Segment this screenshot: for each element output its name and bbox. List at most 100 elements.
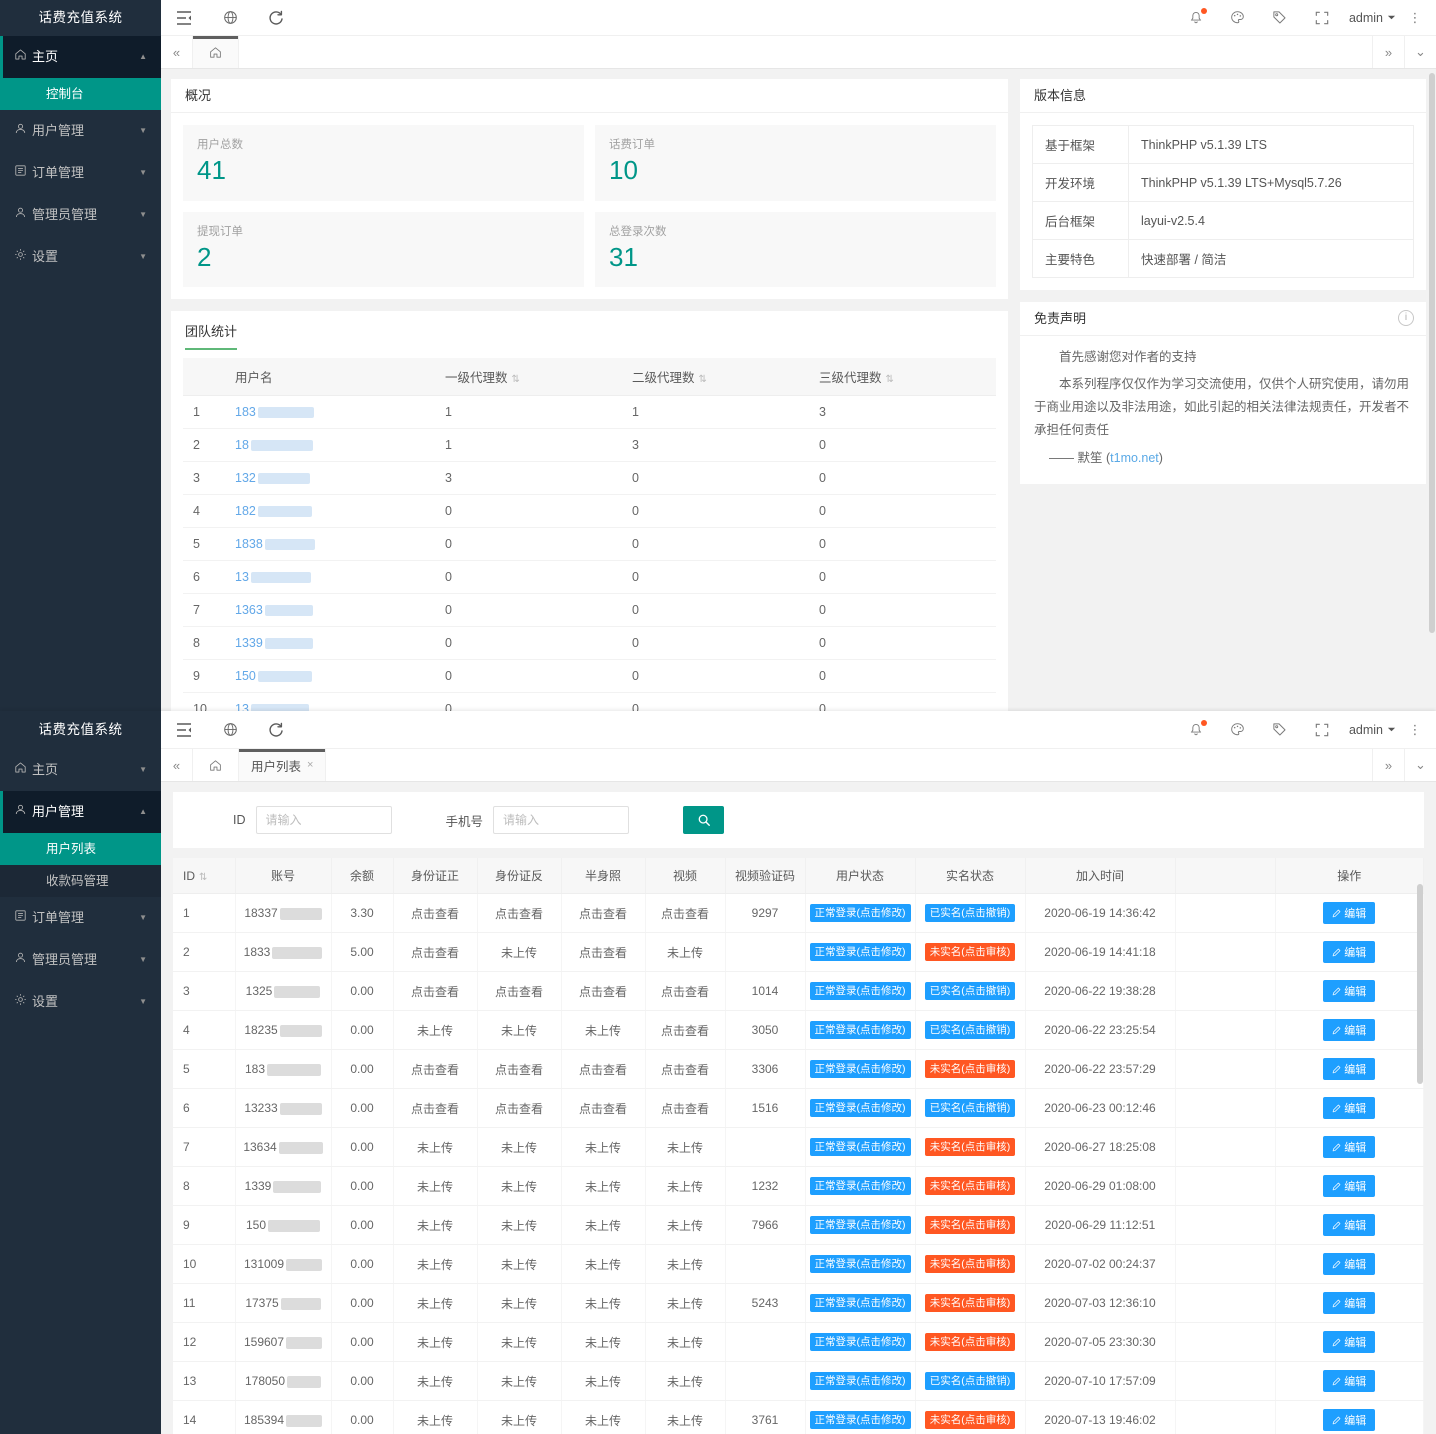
- user-name-cell[interactable]: 1838: [225, 528, 435, 561]
- palette-icon[interactable]: [1217, 0, 1259, 36]
- tag-icon[interactable]: [1259, 0, 1301, 36]
- cell-video[interactable]: 点击查看: [645, 1011, 725, 1050]
- search-button[interactable]: [683, 806, 724, 834]
- sort-icon[interactable]: ⇅: [699, 374, 707, 385]
- kebab-icon[interactable]: ⋮: [1402, 722, 1428, 738]
- chevron-down-icon[interactable]: ⌄: [1404, 749, 1436, 781]
- edit-button[interactable]: 编辑: [1323, 1175, 1375, 1197]
- column-header-0[interactable]: ID⇅: [173, 858, 235, 894]
- sidebar-subitem-0-0[interactable]: 控制台: [0, 78, 161, 110]
- realname-badge[interactable]: 已实名(点击撤销): [925, 982, 1016, 1000]
- user-name-cell[interactable]: 182: [225, 495, 435, 528]
- info-icon[interactable]: i: [1398, 310, 1414, 326]
- status-badge[interactable]: 正常登录(点击修改): [810, 1255, 911, 1273]
- sidebar-item-1[interactable]: 用户管理▲: [0, 791, 161, 833]
- edit-button[interactable]: 编辑: [1323, 1331, 1375, 1353]
- cell-id-back[interactable]: 点击查看: [477, 972, 561, 1011]
- globe-icon[interactable]: [207, 0, 253, 36]
- cell-video[interactable]: 点击查看: [645, 1089, 725, 1128]
- bell-icon[interactable]: [1175, 0, 1217, 36]
- user-menu[interactable]: admin: [1343, 11, 1402, 25]
- edit-button[interactable]: 编辑: [1323, 980, 1375, 1002]
- edit-button[interactable]: 编辑: [1323, 1097, 1375, 1119]
- status-badge[interactable]: 正常登录(点击修改): [810, 982, 911, 1000]
- cell-half-photo[interactable]: 点击查看: [561, 972, 645, 1011]
- realname-badge[interactable]: 已实名(点击撤销): [925, 1099, 1016, 1117]
- tab-home[interactable]: [193, 749, 239, 781]
- refresh-icon[interactable]: [253, 712, 299, 748]
- status-badge[interactable]: 正常登录(点击修改): [810, 1138, 911, 1156]
- edit-button[interactable]: 编辑: [1323, 1214, 1375, 1236]
- cell-id-back[interactable]: 点击查看: [477, 894, 561, 933]
- cell-half-photo[interactable]: 点击查看: [561, 1050, 645, 1089]
- realname-badge[interactable]: 未实名(点击审核): [925, 1294, 1016, 1312]
- realname-badge[interactable]: 已实名(点击撤销): [925, 1372, 1016, 1390]
- menu-fold-icon[interactable]: [161, 0, 207, 36]
- double-right-icon[interactable]: »: [1372, 36, 1404, 68]
- cell-id-front[interactable]: 点击查看: [393, 1050, 477, 1089]
- double-right-icon[interactable]: »: [1372, 749, 1404, 781]
- edit-button[interactable]: 编辑: [1323, 941, 1375, 963]
- sort-icon[interactable]: ⇅: [199, 872, 207, 883]
- kebab-icon[interactable]: ⋮: [1402, 10, 1428, 26]
- user-name-cell[interactable]: 150: [225, 660, 435, 693]
- edit-button[interactable]: 编辑: [1323, 1292, 1375, 1314]
- user-name-cell[interactable]: 13: [225, 561, 435, 594]
- fullscreen-icon[interactable]: [1301, 712, 1343, 748]
- cell-id-front[interactable]: 点击查看: [393, 894, 477, 933]
- realname-badge[interactable]: 未实名(点击审核): [925, 1060, 1016, 1078]
- realname-badge[interactable]: 已实名(点击撤销): [925, 1021, 1016, 1039]
- sidebar-subitem-1-0[interactable]: 用户列表: [0, 833, 161, 865]
- status-badge[interactable]: 正常登录(点击修改): [810, 943, 911, 961]
- realname-badge[interactable]: 未实名(点击审核): [925, 943, 1016, 961]
- user-name-cell[interactable]: 132: [225, 462, 435, 495]
- status-badge[interactable]: 正常登录(点击修改): [810, 1216, 911, 1234]
- status-badge[interactable]: 正常登录(点击修改): [810, 1372, 911, 1390]
- sidebar-item-2[interactable]: 订单管理▼: [0, 897, 161, 939]
- tab-user-list[interactable]: 用户列表 ×: [239, 749, 326, 781]
- sidebar-item-3[interactable]: 管理员管理▼: [0, 194, 161, 236]
- status-badge[interactable]: 正常登录(点击修改): [810, 1021, 911, 1039]
- edit-button[interactable]: 编辑: [1323, 1370, 1375, 1392]
- cell-half-photo[interactable]: 点击查看: [561, 1089, 645, 1128]
- sort-icon[interactable]: ⇅: [886, 374, 894, 385]
- user-name-cell[interactable]: 1339: [225, 627, 435, 660]
- edit-button[interactable]: 编辑: [1323, 1019, 1375, 1041]
- realname-badge[interactable]: 未实名(点击审核): [925, 1177, 1016, 1195]
- sidebar-item-0[interactable]: 主页▲: [0, 36, 161, 78]
- realname-badge[interactable]: 未实名(点击审核): [925, 1411, 1016, 1429]
- fullscreen-icon[interactable]: [1301, 0, 1343, 36]
- sidebar-subitem-1-1[interactable]: 收款码管理: [0, 865, 161, 897]
- status-badge[interactable]: 正常登录(点击修改): [810, 1294, 911, 1312]
- team-stats-tab[interactable]: 团队统计: [185, 321, 237, 350]
- cell-video[interactable]: 点击查看: [645, 1050, 725, 1089]
- user-name-cell[interactable]: 183: [225, 396, 435, 429]
- double-left-icon[interactable]: «: [161, 749, 193, 781]
- cell-id-back[interactable]: 点击查看: [477, 1050, 561, 1089]
- search-input-id[interactable]: [256, 806, 392, 834]
- close-icon[interactable]: ×: [307, 759, 313, 771]
- column-header-4[interactable]: 三级代理数⇅: [809, 358, 996, 396]
- status-badge[interactable]: 正常登录(点击修改): [810, 1099, 911, 1117]
- sidebar-item-3[interactable]: 管理员管理▼: [0, 939, 161, 981]
- status-badge[interactable]: 正常登录(点击修改): [810, 1060, 911, 1078]
- realname-badge[interactable]: 未实名(点击审核): [925, 1333, 1016, 1351]
- cell-video[interactable]: 点击查看: [645, 972, 725, 1011]
- double-left-icon[interactable]: «: [161, 36, 193, 68]
- page-scrollbar[interactable]: [1429, 73, 1435, 703]
- sidebar-item-4[interactable]: 设置▼: [0, 981, 161, 1023]
- sidebar-item-4[interactable]: 设置▼: [0, 236, 161, 278]
- realname-badge[interactable]: 未实名(点击审核): [925, 1138, 1016, 1156]
- cell-half-photo[interactable]: 点击查看: [561, 894, 645, 933]
- realname-badge[interactable]: 未实名(点击审核): [925, 1216, 1016, 1234]
- table-scrollbar[interactable]: [1417, 884, 1423, 1304]
- bell-icon[interactable]: [1175, 712, 1217, 748]
- signature-link[interactable]: t1mo.net: [1110, 451, 1159, 465]
- sidebar-item-0[interactable]: 主页▼: [0, 749, 161, 791]
- refresh-icon[interactable]: [253, 0, 299, 36]
- user-name-cell[interactable]: 18: [225, 429, 435, 462]
- edit-button[interactable]: 编辑: [1323, 1409, 1375, 1431]
- search-input-phone[interactable]: [493, 806, 629, 834]
- tag-icon[interactable]: [1259, 712, 1301, 748]
- status-badge[interactable]: 正常登录(点击修改): [810, 1333, 911, 1351]
